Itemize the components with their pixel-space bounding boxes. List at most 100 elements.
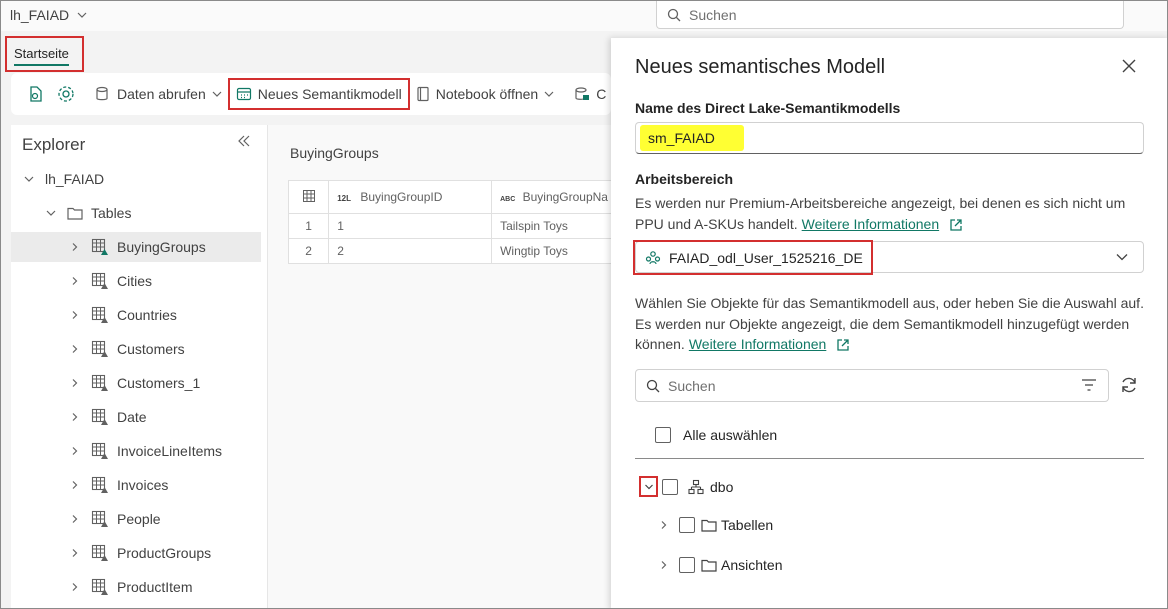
column-header-id[interactable]: 12L BuyingGroupID [328, 180, 493, 214]
refresh-icon[interactable] [1119, 375, 1139, 395]
table-header-row: 12L BuyingGroupID ABC BuyingGroupNa [287, 180, 617, 214]
table-item[interactable]: Cities [11, 266, 261, 296]
cell-id: 2 [328, 238, 493, 264]
table-item[interactable]: Countries [11, 300, 261, 330]
preview-table: 12L BuyingGroupID ABC BuyingGroupNa 1 1 … [287, 180, 617, 264]
table-item[interactable]: InvoiceLineItems [11, 436, 261, 466]
external-link-icon[interactable] [949, 218, 963, 232]
cell-name: Wingtip Toys [491, 238, 617, 264]
get-data-button[interactable]: Daten abrufen [89, 78, 228, 110]
new-semantic-model-panel: Neues semantisches Modell Name des Direc… [611, 38, 1167, 608]
collapse-pane-icon[interactable] [237, 134, 251, 153]
open-notebook-button[interactable]: Notebook öffnen [410, 78, 561, 110]
search-icon [667, 8, 681, 21]
table-item[interactable]: ProductGroups [11, 538, 261, 568]
chevron-right-icon[interactable] [69, 412, 81, 422]
chevron-down-icon [77, 12, 87, 18]
chevron-right-icon[interactable] [69, 480, 81, 490]
delta-table-icon [91, 476, 108, 493]
global-search-input[interactable]: Suchen [656, 1, 1124, 29]
table-item-label: Date [117, 409, 147, 425]
chevron-right-icon[interactable] [659, 520, 669, 530]
table-item-label: ProductItem [117, 579, 193, 595]
workspace-icon [645, 250, 661, 264]
chevron-right-icon[interactable] [69, 310, 81, 320]
objects-info-line-2: Es werden nur Objekte angezeigt, die dem… [635, 316, 1130, 332]
new-semantic-model-button[interactable]: Neues Semantikmodell [227, 78, 410, 110]
settings-button[interactable] [51, 78, 81, 110]
divider [635, 458, 1144, 459]
search-icon [646, 379, 660, 392]
table-item[interactable]: People [11, 504, 261, 534]
get-data-label: Daten abrufen [117, 86, 206, 102]
top-bar: lh_FAIAD Suchen [1, 1, 1167, 31]
table-item[interactable]: Date [11, 402, 261, 432]
chevron-right-icon[interactable] [659, 560, 669, 570]
table-item-label: ProductGroups [117, 545, 212, 561]
chevron-right-icon[interactable] [69, 514, 81, 524]
object-search-placeholder: Suchen [668, 377, 716, 394]
new-semantic-model-label: Neues Semantikmodell [257, 86, 402, 102]
workspace-title-menu[interactable]: lh_FAIAD [10, 7, 87, 23]
cell-id: 1 [328, 213, 493, 239]
file-refresh-icon [30, 86, 42, 102]
chevron-right-icon[interactable] [69, 242, 81, 252]
external-link-icon[interactable] [836, 338, 850, 352]
truncated-toolbar-button[interactable]: C [568, 78, 612, 110]
tree-node-tables: Tabellen [659, 517, 773, 533]
truncated-label: C [596, 86, 607, 102]
folder-icon [701, 559, 717, 572]
integer-type-icon: 12L [337, 194, 351, 203]
delta-table-icon [91, 544, 108, 561]
delta-table-icon [91, 340, 108, 357]
chevron-right-icon[interactable] [69, 378, 81, 388]
tree-folder-tables[interactable]: Tables [11, 198, 261, 228]
views-label: Ansichten [721, 557, 783, 573]
tab-home[interactable]: Startseite [5, 36, 84, 72]
tree-node-views: Ansichten [659, 557, 782, 573]
schema-checkbox[interactable] [662, 478, 678, 495]
workspace-dropdown[interactable]: FAIAD_odl_User_1525216_DE [633, 240, 1144, 275]
model-name-value: sm_FAIAD [640, 125, 744, 151]
tables-checkbox[interactable] [679, 517, 695, 533]
chevron-right-icon[interactable] [69, 344, 81, 354]
chevron-right-icon[interactable] [69, 548, 81, 558]
table-item[interactable]: Invoices [11, 470, 261, 500]
model-name-input[interactable]: sm_FAIAD [635, 122, 1144, 154]
more-info-link[interactable]: Weitere Informationen [689, 334, 826, 355]
filter-icon[interactable] [1082, 379, 1096, 391]
table-item-label: Cities [117, 273, 153, 289]
tree-root-label: lh_FAIAD [45, 171, 105, 187]
chevron-right-icon[interactable] [69, 446, 81, 456]
more-info-link[interactable]: Weitere Informationen [802, 214, 939, 235]
table-item-label: Customers_1 [117, 375, 201, 391]
object-search-input[interactable]: Suchen [635, 369, 1109, 402]
chevron-right-icon[interactable] [69, 276, 81, 286]
table-item[interactable]: ProductItem [11, 572, 261, 602]
workspace-title: lh_FAIAD [10, 7, 70, 23]
table-item[interactable]: BuyingGroups [11, 232, 261, 262]
schema-label: dbo [710, 478, 734, 495]
name-label: Name des Direct Lake-Semantikmodells [635, 100, 901, 116]
chevron-right-icon[interactable] [69, 582, 81, 592]
tree-root-lakehouse[interactable]: lh_FAIAD [11, 164, 261, 194]
database-icon [96, 86, 108, 101]
tab-home-label: Startseite [14, 46, 69, 66]
select-all-checkbox[interactable] [655, 427, 671, 443]
table-item-label: People [117, 511, 161, 527]
delta-table-icon [91, 578, 108, 595]
table-item[interactable]: Customers_1 [11, 368, 261, 398]
close-icon[interactable] [1119, 56, 1139, 76]
gear-icon [58, 86, 74, 102]
chevron-down-icon [1116, 254, 1128, 261]
column-header-name[interactable]: ABC BuyingGroupNa [491, 180, 617, 214]
data-preview: BuyingGroups 12L BuyingGroupID ABC Buyin… [267, 125, 617, 608]
chevron-down-icon [212, 91, 222, 97]
table-item[interactable]: Customers [11, 334, 261, 364]
row-number: 2 [287, 238, 330, 264]
expand-chevron-icon[interactable] [639, 476, 658, 497]
select-all-row[interactable]: Alle auswählen [655, 427, 777, 443]
views-checkbox[interactable] [679, 557, 695, 573]
new-item-button[interactable] [21, 78, 51, 110]
tree-folder-label: Tables [91, 205, 132, 221]
